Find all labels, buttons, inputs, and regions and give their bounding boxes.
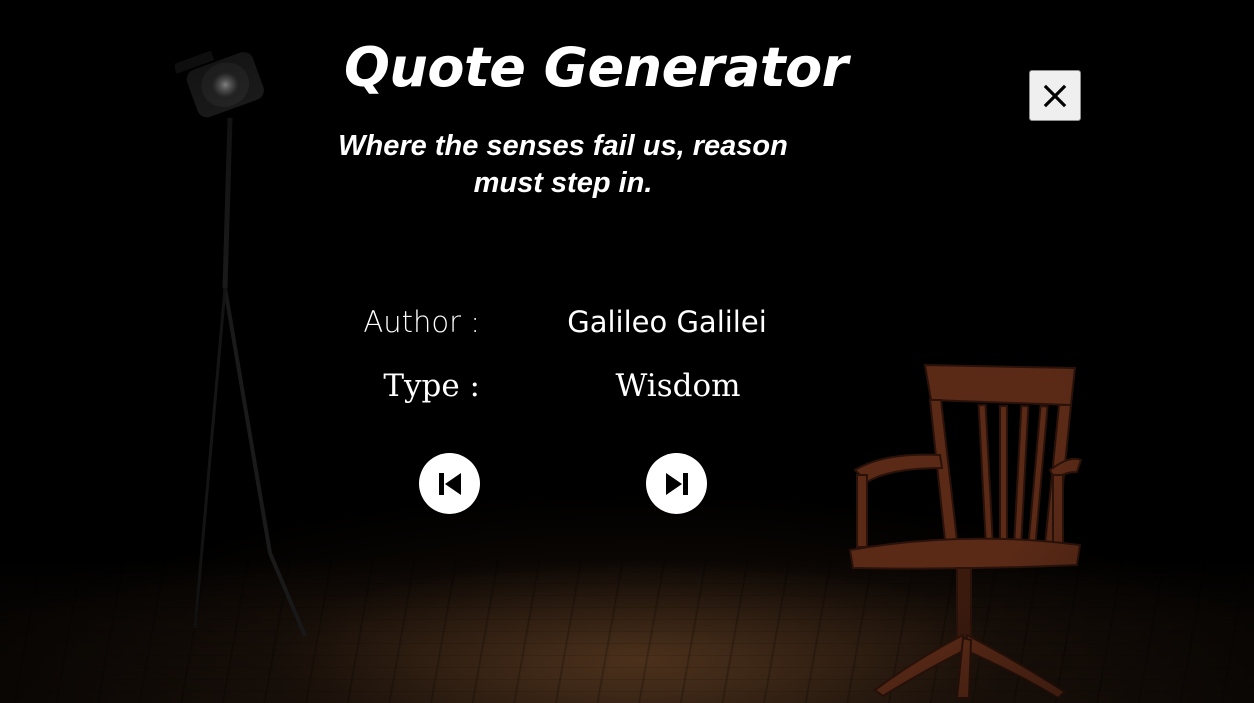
close-icon <box>1043 84 1067 107</box>
previous-quote-button[interactable] <box>419 453 480 514</box>
app-background: Quote Generator Where the senses fail us… <box>0 0 1254 703</box>
skip-previous-icon <box>438 472 461 495</box>
close-button[interactable] <box>1029 70 1081 121</box>
quote-text: Where the senses fail us, reason must st… <box>338 130 788 199</box>
type-value: Wisdom <box>615 368 741 404</box>
author-label: Author : <box>363 305 480 339</box>
skip-next-icon <box>665 472 688 495</box>
type-label: Type : <box>383 368 480 404</box>
author-value: Galileo Galilei <box>567 305 767 339</box>
next-quote-button[interactable] <box>646 453 707 514</box>
app-title: Quote Generator <box>344 36 848 99</box>
